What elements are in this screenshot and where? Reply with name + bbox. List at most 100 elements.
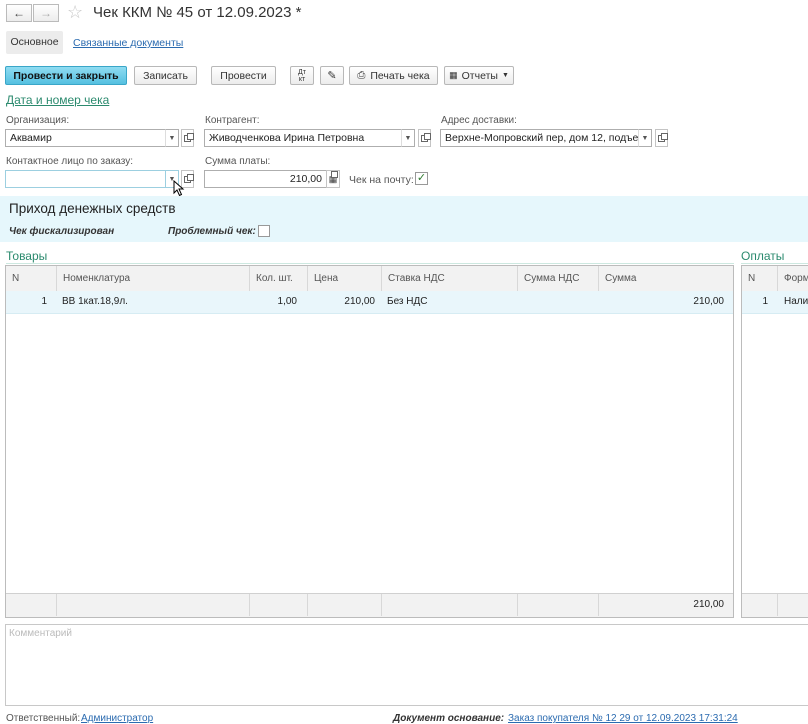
arrow-left-icon: ← — [13, 6, 25, 20]
delivery-address-dropdown[interactable]: ▼ — [638, 129, 652, 147]
col-vat-sum[interactable]: Сумма НДС — [518, 266, 599, 291]
printer-icon: ⎙ — [357, 70, 366, 81]
reports-label: Отчеты — [461, 69, 498, 82]
payments-table[interactable]: N Форм 1 Налич — [741, 265, 808, 618]
organization-field[interactable]: Аквамир — [5, 129, 166, 147]
responsible-link[interactable]: Администратор — [81, 713, 153, 724]
contact-person-field[interactable] — [5, 170, 166, 188]
chevron-down-icon: ▼ — [168, 134, 176, 142]
delivery-address-open-button[interactable] — [655, 129, 668, 147]
open-window-icon — [184, 132, 194, 142]
back-button[interactable]: ← — [6, 4, 32, 22]
goods-table-footer: 210,00 — [6, 593, 733, 617]
payments-divider — [741, 263, 808, 264]
open-window-icon — [184, 173, 194, 183]
save-button[interactable]: Записать — [134, 66, 197, 85]
row-price: 210,00 — [344, 296, 375, 307]
footer-cell — [518, 594, 599, 616]
chevron-down-icon: ▼ — [404, 134, 412, 142]
mouse-cursor-icon — [173, 180, 185, 197]
chevron-down-icon: ▼ — [501, 72, 509, 79]
organization-open-button[interactable] — [181, 129, 194, 147]
comment-field[interactable]: Комментарий — [5, 624, 808, 706]
payment-row-form: Налич — [784, 296, 808, 307]
post-and-close-button[interactable]: Провести и закрыть — [5, 66, 127, 85]
open-window-icon — [658, 132, 668, 142]
col-n[interactable]: N — [6, 266, 57, 291]
row-qty: 1,00 — [277, 296, 297, 307]
arrow-right-icon: → — [40, 6, 52, 20]
goods-divider — [6, 263, 734, 264]
date-number-link[interactable]: Дата и номер чека — [6, 93, 109, 107]
row-item: ВВ 1кат.18,9л. — [62, 296, 128, 307]
organization-label: Организация: — [6, 115, 70, 126]
chevron-down-icon: ▼ — [641, 134, 649, 142]
calculator-button[interactable]: ▦ — [326, 170, 340, 188]
col-qty[interactable]: Кол. шт. — [250, 266, 308, 291]
calculator-icon: ▦ — [328, 170, 338, 184]
star-icon[interactable]: ☆ — [67, 2, 83, 23]
counterparty-field[interactable]: Живодченкова Ирина Петровна — [204, 129, 402, 147]
window-title: Чек ККМ № 45 от 12.09.2023 * — [93, 4, 302, 21]
counterparty-open-button[interactable] — [418, 129, 431, 147]
col-sum[interactable]: Сумма — [599, 266, 733, 291]
payments-table-header: N Форм — [742, 266, 808, 292]
kt-label: кт — [298, 75, 306, 83]
goods-table-header: N Номенклатура Кол. шт. Цена Ставка НДС … — [6, 266, 733, 292]
row-vat-rate: Без НДС — [387, 296, 428, 307]
payments-table-footer — [742, 593, 808, 617]
payment-row-n: 1 — [762, 296, 768, 307]
col-payment-form[interactable]: Форм — [778, 266, 808, 291]
print-receipt-label: Печать чека — [370, 69, 430, 82]
footer-cell — [742, 594, 778, 616]
post-button[interactable]: Провести — [211, 66, 276, 85]
goods-table[interactable]: N Номенклатура Кол. шт. Цена Ставка НДС … — [5, 265, 734, 618]
contact-person-label: Контактное лицо по заказу: — [6, 156, 134, 167]
email-receipt-checkbox[interactable]: ✓ — [415, 172, 428, 185]
table-row[interactable]: 1 ВВ 1кат.18,9л. 1,00 210,00 Без НДС 210… — [6, 291, 733, 314]
row-n: 1 — [41, 296, 47, 307]
col-item[interactable]: Номенклатура — [57, 266, 250, 291]
tab-related-documents[interactable]: Связанные документы — [73, 37, 183, 49]
dt-label: Дт — [298, 68, 306, 76]
goods-total: 210,00 — [693, 599, 724, 610]
print-receipt-button[interactable]: ⎙ Печать чека — [349, 66, 438, 85]
col-price[interactable]: Цена — [308, 266, 382, 291]
payment-sum-label: Сумма платы: — [205, 156, 271, 167]
comment-placeholder: Комментарий — [9, 628, 72, 639]
forward-button[interactable]: → — [33, 4, 59, 22]
footer-cell — [250, 594, 308, 616]
payment-sum-field[interactable]: 210,00 — [204, 170, 327, 188]
delivery-address-field[interactable]: Верхне-Мопровский пер, дом 12, подъезд — [440, 129, 639, 147]
footer-cell — [382, 594, 518, 616]
col-payment-n[interactable]: N — [742, 266, 778, 291]
reports-button[interactable]: ▦ Отчеты ▼ — [444, 66, 514, 85]
fiscalized-label: Чек фискализирован — [9, 226, 115, 237]
delivery-address-label: Адрес доставки: — [441, 115, 517, 126]
goods-section-title: Товары — [6, 249, 48, 263]
col-vat-rate[interactable]: Ставка НДС — [382, 266, 518, 291]
open-window-icon — [421, 132, 431, 142]
base-document-label: Документ основание: — [393, 713, 505, 724]
tab-main[interactable]: Основное — [6, 31, 63, 54]
row-vat-sum — [518, 291, 599, 313]
responsible-label: Ответственный: — [6, 713, 81, 724]
problem-receipt-label: Проблемный чек: — [168, 226, 256, 237]
email-receipt-label: Чек на почту: — [349, 174, 414, 186]
report-icon: ▦ — [449, 70, 458, 80]
base-document-link[interactable]: Заказ покупателя № 12 29 от 12.09.2023 1… — [508, 713, 738, 724]
checkmark-icon: ✓ — [416, 172, 427, 184]
footer-cell — [6, 594, 57, 616]
problem-receipt-checkbox[interactable] — [258, 225, 270, 237]
row-sum: 210,00 — [693, 296, 724, 307]
payments-section-title: Оплаты — [741, 249, 785, 263]
counterparty-label: Контрагент: — [205, 115, 260, 126]
counterparty-dropdown[interactable]: ▼ — [401, 129, 415, 147]
footer-cell — [57, 594, 250, 616]
organization-dropdown[interactable]: ▼ — [165, 129, 179, 147]
edit-doc-button[interactable]: ✎ — [320, 66, 344, 85]
footer-cell — [308, 594, 382, 616]
table-row[interactable]: 1 Налич — [742, 291, 808, 314]
dt-kt-button[interactable]: Дт кт — [290, 66, 314, 85]
pencil-icon: ✎ — [327, 70, 337, 82]
